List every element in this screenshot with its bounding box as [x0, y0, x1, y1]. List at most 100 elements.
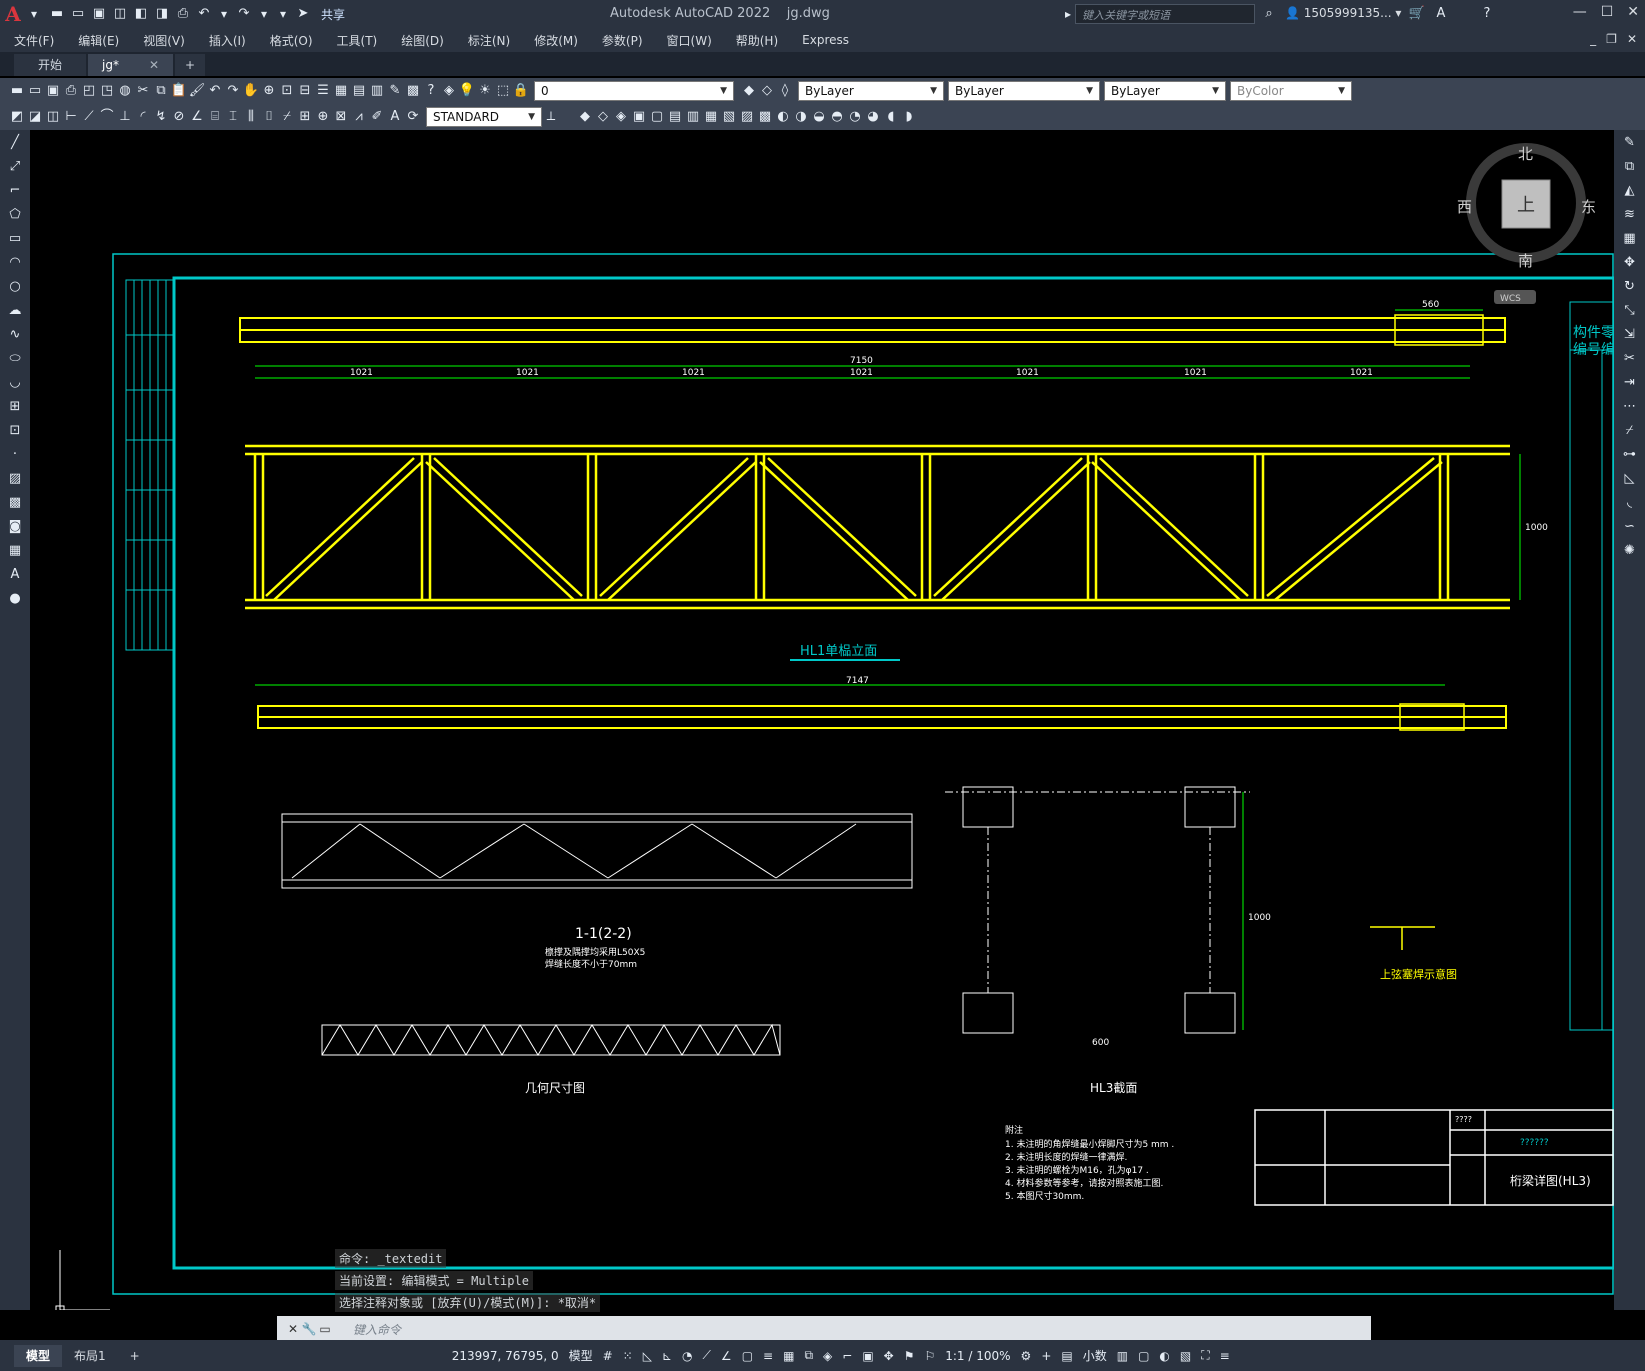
- isolate-icon[interactable]: ◐: [1159, 1349, 1169, 1363]
- solid-icon[interactable]: ◗: [900, 108, 918, 126]
- erase-icon[interactable]: ✎: [1621, 134, 1639, 152]
- menu-file[interactable]: 文件(F): [14, 32, 54, 49]
- region-icon[interactable]: ◙: [6, 518, 24, 536]
- space-icon[interactable]: ⌷: [260, 108, 278, 126]
- diameter-icon[interactable]: ⊘: [170, 108, 188, 126]
- solid-icon[interactable]: ◕: [864, 108, 882, 126]
- redo-icon[interactable]: ↷: [224, 82, 242, 100]
- markup-icon[interactable]: ✎: [386, 82, 404, 100]
- solid-icon[interactable]: ◐: [774, 108, 792, 126]
- graphics-performance-icon[interactable]: ▧: [1180, 1349, 1191, 1363]
- open-file-icon[interactable]: ▭: [69, 5, 87, 23]
- tool-icon[interactable]: ◪: [26, 108, 44, 126]
- zoom-window-icon[interactable]: ⊡: [278, 82, 296, 100]
- units-value[interactable]: 小数: [1083, 1347, 1107, 1364]
- solid-icon[interactable]: ◑: [792, 108, 810, 126]
- solid-icon[interactable]: ◆: [576, 108, 594, 126]
- polar-icon[interactable]: ◔: [682, 1349, 692, 1363]
- radius-icon[interactable]: ◜: [134, 108, 152, 126]
- solid-icon[interactable]: ◓: [828, 108, 846, 126]
- command-input[interactable]: ✕ 🔧 ▭ 键入命令: [277, 1316, 1371, 1342]
- color-select[interactable]: ByLayer ▼: [798, 81, 944, 101]
- continue-icon[interactable]: ⫼: [242, 108, 260, 126]
- array-icon[interactable]: ▦: [1621, 230, 1639, 248]
- make-block-icon[interactable]: ⊡: [6, 422, 24, 440]
- stretch-icon[interactable]: ⇲: [1621, 326, 1639, 344]
- gear-icon[interactable]: ⚙: [1021, 1349, 1032, 1363]
- point-icon[interactable]: ·: [6, 446, 24, 464]
- layer-previous-icon[interactable]: ◇: [758, 82, 776, 100]
- layer-state-icon[interactable]: ◊: [776, 82, 794, 100]
- line-icon[interactable]: ╱: [6, 134, 24, 152]
- chamfer-icon[interactable]: ◺: [1621, 470, 1639, 488]
- solid-icon[interactable]: ▢: [648, 108, 666, 126]
- polyline-icon[interactable]: ⌐: [6, 182, 24, 200]
- scale-icon[interactable]: ⤡: [1621, 302, 1639, 320]
- ellipse-icon[interactable]: ⬭: [6, 350, 24, 368]
- selection-filter-icon[interactable]: ▣: [862, 1349, 873, 1363]
- dim-style-icon[interactable]: ⟂: [542, 108, 560, 126]
- ortho-icon[interactable]: ⊾: [662, 1349, 672, 1363]
- tolerance-icon[interactable]: ⊞: [296, 108, 314, 126]
- mtext-icon[interactable]: A: [6, 566, 24, 584]
- ordinate-icon[interactable]: ⊥: [116, 108, 134, 126]
- drawing-canvas[interactable]: 构件零 编号编 560 7150 1021 1021 1021 1021 102…: [30, 130, 1614, 1310]
- undo-icon[interactable]: ↶: [195, 5, 213, 23]
- calculator-icon[interactable]: ▩: [404, 82, 422, 100]
- arc-icon[interactable]: ◠: [6, 254, 24, 272]
- dim-text-edit-icon[interactable]: A: [386, 108, 404, 126]
- menu-draw[interactable]: 绘图(D): [401, 32, 444, 49]
- solid-icon[interactable]: ▩: [756, 108, 774, 126]
- plus-icon[interactable]: +: [1041, 1349, 1051, 1363]
- freeze-viewport-icon[interactable]: ⬚: [494, 82, 512, 100]
- search-icon[interactable]: ⌕: [1260, 5, 1278, 23]
- menu-view[interactable]: 视图(V): [143, 32, 185, 49]
- offset-icon[interactable]: ≋: [1621, 206, 1639, 224]
- tool-icon[interactable]: ◫: [44, 108, 62, 126]
- fillet-icon[interactable]: ◟: [1621, 494, 1639, 512]
- viewcube-east[interactable]: 东: [1581, 198, 1596, 216]
- redo-dropdown-icon[interactable]: ▾: [256, 6, 272, 22]
- quick-dim-icon[interactable]: ⌸: [206, 108, 224, 126]
- new-tab-button[interactable]: +: [175, 54, 206, 76]
- open-icon[interactable]: ▭: [26, 82, 44, 100]
- help-icon[interactable]: ?: [1478, 5, 1496, 23]
- break-icon[interactable]: ⌿: [1621, 422, 1639, 440]
- mirror-icon[interactable]: ◭: [1621, 182, 1639, 200]
- angular-icon[interactable]: ∠: [188, 108, 206, 126]
- user-menu[interactable]: 👤 1505999135... ▾: [1285, 6, 1401, 20]
- close-icon[interactable]: ✕: [285, 1321, 301, 1337]
- tab-model[interactable]: 模型: [14, 1344, 63, 1367]
- tab-close-icon[interactable]: ✕: [149, 58, 159, 72]
- add-layout-button[interactable]: +: [118, 1345, 152, 1367]
- menu-dimension[interactable]: 标注(N): [468, 32, 510, 49]
- expand-arrow-icon[interactable]: ▸: [1060, 6, 1076, 22]
- menu-help[interactable]: 帮助(H): [736, 32, 778, 49]
- doc-restore-icon[interactable]: ❐: [1606, 32, 1617, 46]
- undo-icon[interactable]: ↶: [206, 82, 224, 100]
- solid-icon[interactable]: ◔: [846, 108, 864, 126]
- autocad-logo-icon[interactable]: A: [0, 1, 26, 27]
- blend-icon[interactable]: ∽: [1621, 518, 1639, 536]
- wcs-label[interactable]: WCS: [1500, 294, 1521, 304]
- osnap-tracking-icon[interactable]: ∠: [721, 1349, 732, 1363]
- spline-icon[interactable]: ∿: [6, 326, 24, 344]
- viewcube-west[interactable]: 西: [1457, 198, 1472, 216]
- tab-start[interactable]: 开始: [14, 54, 87, 76]
- menu-format[interactable]: 格式(O): [270, 32, 313, 49]
- toolpalettes-icon[interactable]: ▤: [350, 82, 368, 100]
- viewcube[interactable]: [1466, 143, 1586, 304]
- revcloud-icon[interactable]: ☁: [6, 302, 24, 320]
- jogged-icon[interactable]: ↯: [152, 108, 170, 126]
- solid-icon[interactable]: ▨: [738, 108, 756, 126]
- transparency-icon[interactable]: ▦: [783, 1349, 794, 1363]
- trim-icon[interactable]: ✂: [1621, 350, 1639, 368]
- solid-icon[interactable]: ▥: [684, 108, 702, 126]
- save-icon[interactable]: ▣: [44, 82, 62, 100]
- save-icon[interactable]: ▣: [90, 5, 108, 23]
- share-button[interactable]: 共享: [321, 6, 345, 23]
- clean-screen-icon[interactable]: ⛶: [1201, 1348, 1209, 1363]
- 3d-osnap-icon[interactable]: ◈: [823, 1349, 832, 1363]
- dynamic-ucs-icon[interactable]: ⌐: [842, 1349, 852, 1363]
- extend-icon[interactable]: ⇥: [1621, 374, 1639, 392]
